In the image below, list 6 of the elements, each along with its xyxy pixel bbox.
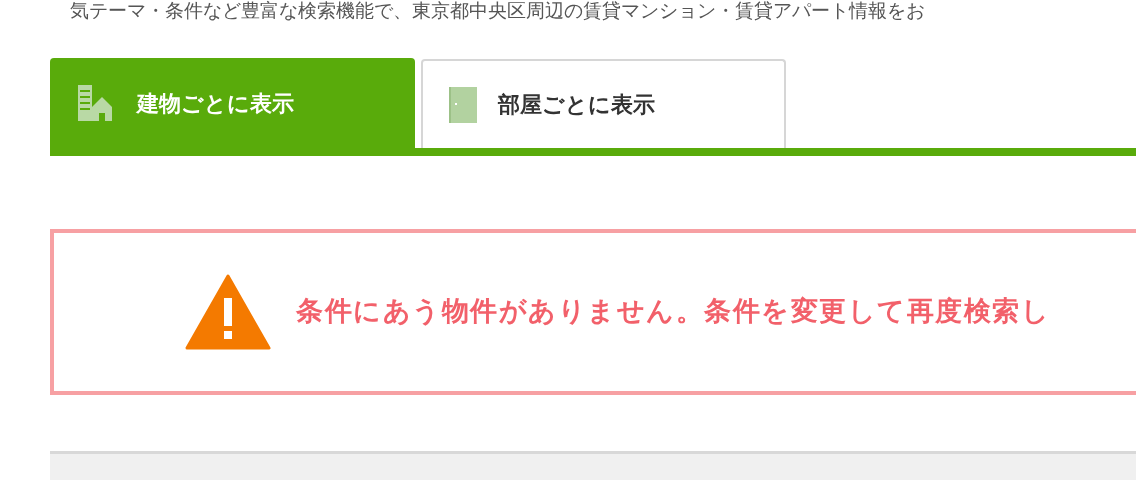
view-tab[interactable]: 部屋ごとに表示 [421, 59, 786, 149]
intro-text: 気テーマ・条件など豊富な検索機能で、東京都中央区周辺の賃貸マンション・賃貸アパート情報をお [70, 0, 925, 20]
alert-message: 条件にあう物件がありません。条件を変更して再度検索し [296, 294, 1050, 329]
warning-icon [185, 273, 271, 350]
building-icon [78, 85, 112, 122]
door-icon [449, 86, 477, 123]
